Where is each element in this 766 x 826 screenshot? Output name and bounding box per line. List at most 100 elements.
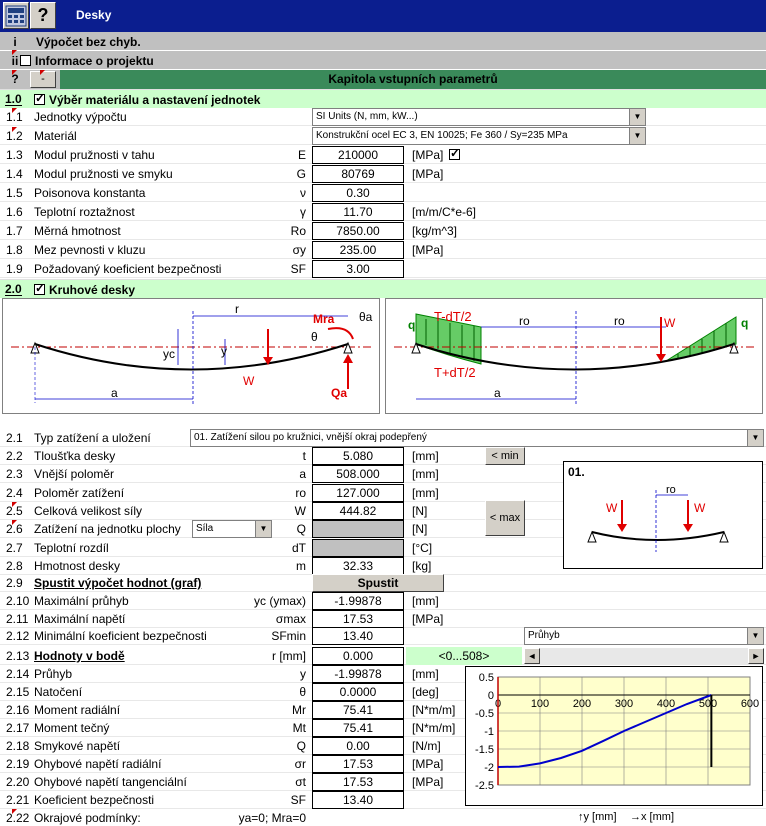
row-value[interactable] [312,538,404,557]
row-number: 2.4 [6,485,23,500]
row-label: Tloušťka desky [34,449,116,463]
row-value[interactable]: 3.00 [312,260,404,278]
row-value[interactable]: 0.0000 [312,683,404,701]
row-select[interactable]: Konstrukční ocel EC 3, EN 10025; Fe 360 … [312,127,646,145]
preview-label: 01. [568,465,585,479]
row-symbol: G [296,167,306,181]
row-value[interactable]: 235.00 [312,241,404,259]
row-symbol: Mt [292,721,306,735]
preview-ro: ro [666,484,676,496]
row-number: 2.9 [6,576,23,590]
row-value[interactable]: 75.41 [312,719,404,737]
row-label: Ohybové napětí tangenciální [34,775,187,789]
row-value[interactable]: 13.40 [312,627,404,646]
radius-input[interactable]: 0.000 [312,647,404,665]
plate-load-diagram: r yc y W a Mra θa θ Qa [2,298,380,414]
row-value[interactable]: 17.53 [312,773,404,791]
comment-marker [12,108,17,113]
min-button[interactable]: < min [485,447,525,465]
row-value[interactable]: -1.99878 [312,665,404,683]
section-ii: ii Informace o projektu [0,50,766,69]
chevron-down-icon[interactable]: ▼ [629,128,645,144]
row-value[interactable]: 0.30 [312,184,404,202]
comment-marker [12,809,17,814]
row-value[interactable]: 17.53 [312,755,404,773]
label-W2: W [664,316,676,330]
run-button[interactable]: Spustit [312,574,444,592]
row-label: Moment radiální [34,703,121,717]
row-value[interactable]: 80769 [312,165,404,183]
row-symbol: SF [290,262,306,276]
row-symbol: SFmin [271,629,306,644]
scroll-track[interactable] [540,648,748,664]
graph-type-select[interactable]: Průhyb ▼ [524,627,764,645]
chevron-down-icon[interactable]: ▼ [629,109,645,125]
chevron-down-icon[interactable]: ▼ [747,628,763,644]
row-label: Měrná hmotnost [34,224,121,238]
app-icon[interactable] [3,2,29,29]
row-unit: [kg/m^3] [412,224,457,238]
row-value[interactable]: 13.40 [312,791,404,809]
row-unit: [N*m/m] [412,703,456,717]
row-value[interactable]: -1.99878 [312,592,404,610]
comment-marker [40,70,45,75]
x-tick-label: 600 [741,698,759,710]
row-1-4: 1.4 Modul pružnosti ve smyku G 80769 [MPa] [0,165,766,183]
row-label: Hodnoty v bodě [34,649,125,663]
load-type-select[interactable]: 01. Zatížení silou po kružnici, vnější o… [190,429,764,447]
chevron-down-icon[interactable]: ▼ [255,521,271,538]
comment-marker [12,501,17,507]
row-1-7: 1.7 Měrná hmotnost Ro 7850.00 [kg/m^3] [0,222,766,240]
row-value[interactable]: 75.41 [312,701,404,719]
scroll-right-icon[interactable]: ► [748,648,764,664]
x-tick-label: 500 [699,698,717,710]
row-number: 1.5 [6,186,23,200]
label-W: W [243,374,255,388]
row-2-1: 2.1 Typ zatížení a uložení 01. Zatížení … [0,429,766,447]
row-symbol: σt [295,775,306,789]
row-value[interactable]: 32.33 [312,556,404,575]
load-mode-select[interactable]: Síla ▼ [192,520,272,539]
row-value[interactable]: 11.70 [312,203,404,221]
help-button[interactable]: ? [30,2,56,29]
project-info-checkbox[interactable] [20,55,31,66]
row-value[interactable]: 127.000 [312,483,404,502]
plate-thermal-diagram: q q T-dT/2 T+dT/2 ro ro W a [385,298,763,414]
chapter-bar: ? - Kapitola vstupních parametrů [0,70,766,89]
row-value[interactable]: 0.00 [312,737,404,755]
row-number: 1.3 [6,148,23,162]
row-symbol: a [299,467,306,482]
y-tick-label: -2.5 [475,780,494,792]
row-value[interactable]: 508.000 [312,465,404,484]
row-symbol: σmax [275,611,306,626]
row-value[interactable]: 5.080 [312,447,404,465]
radius-scrollbar[interactable]: <0...508> ◄ ► [406,647,764,665]
row-label: Poloměr zatížení [34,485,125,500]
row-number: 2.19 [6,757,30,771]
row-value[interactable] [312,520,404,539]
row-symbol: dT [291,540,306,555]
max-button[interactable]: < max [485,500,525,536]
label-q-right: q [741,316,748,330]
row-value[interactable]: 7850.00 [312,222,404,240]
modulus-checkbox[interactable] [449,146,460,161]
label-Mra: Mra [313,312,335,326]
row-number: 2.18 [6,739,30,753]
row-value[interactable]: 210000 [312,146,404,164]
row-select[interactable]: SI Units (N, mm, kW...) ▼ [312,108,646,126]
chevron-down-icon[interactable]: ▼ [747,430,763,446]
section-1-checkbox[interactable] [34,91,45,106]
row-label: Maximální napětí [34,611,126,626]
row-unit: [MPa] [412,611,444,626]
section-1-label: Výběr materiálu a nastavení jednotek [49,93,261,107]
label-T-minus: T-dT/2 [434,309,472,324]
scroll-left-icon[interactable]: ◄ [524,648,540,664]
section-2-checkbox[interactable] [34,281,45,296]
row-label: Smykové napětí [34,739,121,753]
row-1-3: 1.3 Modul pružnosti v tahu E 210000 [MPa] [0,146,766,164]
row-value[interactable]: 17.53 [312,609,404,628]
section-1-header: 1.0 Výběr materiálu a nastavení jednotek [0,89,766,108]
row-label: Poisonova konstanta [34,186,146,200]
row-value[interactable]: 444.82 [312,501,404,520]
row-2-11: 2.11 Maximální napětí σmax 17.53 [MPa] [0,609,766,628]
